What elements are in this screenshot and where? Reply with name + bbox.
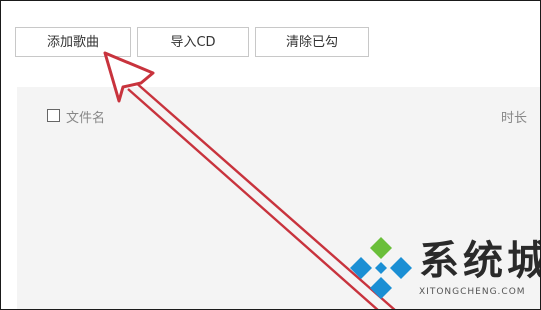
logo-diamond-icon: [350, 237, 412, 299]
watermark-title: 系统城: [419, 238, 541, 284]
watermark-logo: 系统城 XITONGCHENG.COM: [347, 235, 541, 309]
app-window: 添加歌曲 导入CD 清除已勾 文件名 时长 系统城 XITONGCHENG.CO…: [0, 0, 541, 310]
watermark-domain: XITONGCHENG.COM: [419, 287, 526, 297]
